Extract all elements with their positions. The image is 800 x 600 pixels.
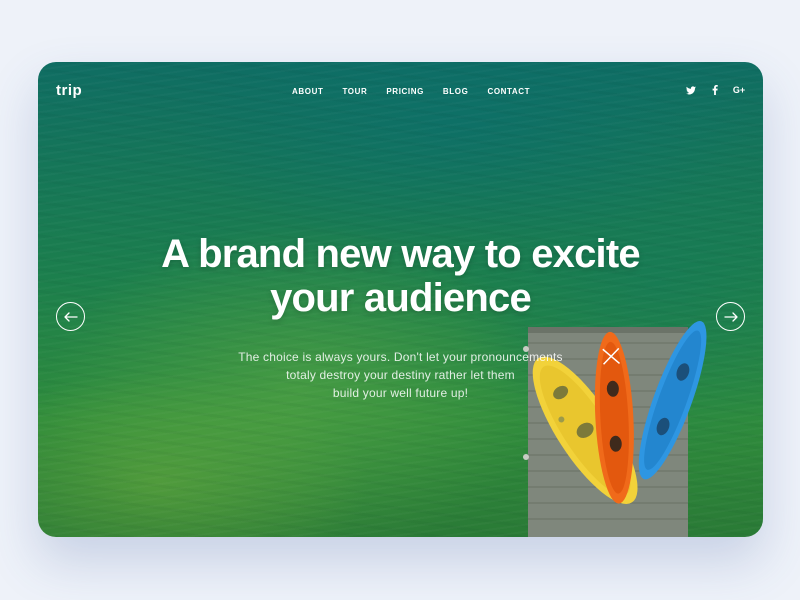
- nav-item-tour[interactable]: TOUR: [342, 87, 367, 96]
- slider-prev-button[interactable]: [56, 302, 85, 331]
- nav-item-pricing[interactable]: PRICING: [386, 87, 424, 96]
- facebook-icon[interactable]: [709, 84, 721, 96]
- main-nav: ABOUT TOUR PRICING BLOG CONTACT: [292, 87, 549, 96]
- brand-logo[interactable]: trip: [56, 82, 82, 99]
- hero-subtitle-line-1: The choice is always yours. Don't let yo…: [238, 350, 563, 364]
- hero-title-line-2: your audience: [270, 276, 532, 320]
- nav-item-about[interactable]: ABOUT: [292, 87, 323, 96]
- google-plus-icon[interactable]: G+: [733, 84, 745, 96]
- hero-subtitle-line-3: build your well future up!: [332, 386, 469, 400]
- slider-next-button[interactable]: [716, 302, 745, 331]
- arrow-right-icon: [723, 311, 738, 322]
- hero-subtitle-line-2: totaly destroy your destiny rather let t…: [286, 368, 515, 382]
- nav-item-contact[interactable]: CONTACT: [487, 87, 530, 96]
- social-links: G+: [685, 84, 745, 96]
- hero-title-line-1: A brand new way to excite: [161, 232, 640, 276]
- hero-subtitle: The choice is always yours. Don't let yo…: [38, 348, 763, 402]
- twitter-icon[interactable]: [685, 84, 697, 96]
- arrow-left-icon: [63, 311, 78, 322]
- google-plus-label: G+: [732, 85, 746, 95]
- hero-card: trip ABOUT TOUR PRICING BLOG CONTACT G+ …: [38, 62, 763, 537]
- hero-title: A brand new way to excite your audience: [38, 232, 763, 320]
- nav-item-blog[interactable]: BLOG: [443, 87, 469, 96]
